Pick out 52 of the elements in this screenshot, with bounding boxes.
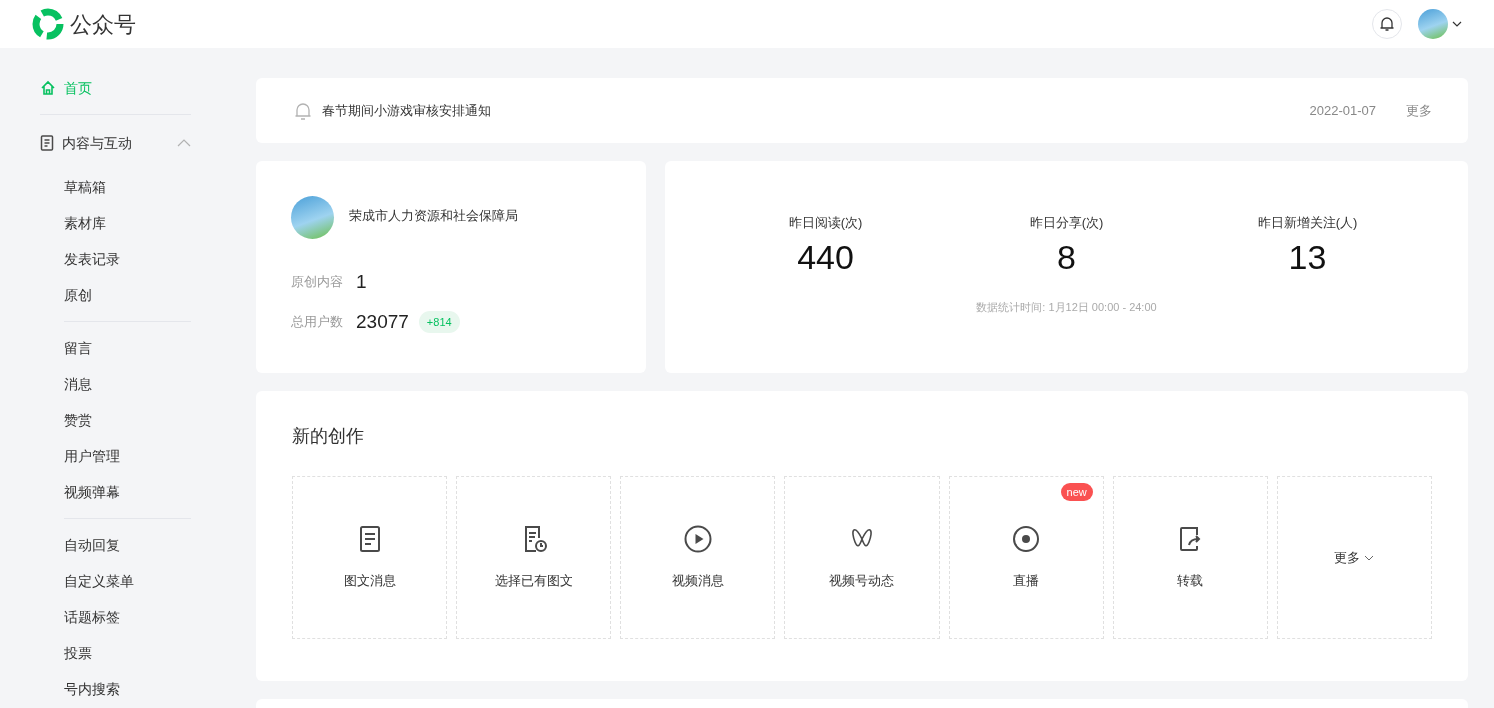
sidebar-item[interactable]: 赞赏 <box>64 402 191 438</box>
sidebar-item[interactable]: 原创 <box>64 277 191 313</box>
sidebar-item[interactable]: 消息 <box>64 366 191 402</box>
stat-label: 原创内容 <box>291 273 344 292</box>
sidebar-item[interactable]: 话题标签 <box>64 599 191 635</box>
metric-label: 昨日分享(次) <box>1029 214 1104 232</box>
sidebar-item[interactable]: 自动回复 <box>64 527 191 563</box>
metric-label: 昨日阅读(次) <box>788 214 863 232</box>
metric-label: 昨日新增关注(人) <box>1257 214 1358 232</box>
logo-icon <box>32 8 64 40</box>
chevron-up-icon <box>177 139 191 147</box>
document-icon <box>40 135 54 151</box>
sidebar-item[interactable]: 草稿箱 <box>64 169 191 205</box>
metric-value: 440 <box>797 236 854 278</box>
sidebar-item[interactable]: 留言 <box>64 330 191 366</box>
sidebar-item[interactable]: 用户管理 <box>64 438 191 474</box>
more-link[interactable]: 更多 <box>1406 100 1432 121</box>
app-title: 公众号 <box>70 10 136 39</box>
chevron-down-icon <box>1364 554 1375 561</box>
sidebar-item[interactable]: 投票 <box>64 635 191 671</box>
sidebar-item[interactable]: 发表记录 <box>64 241 191 277</box>
metric-value: 13 <box>1288 236 1327 278</box>
stat-value: 1 <box>356 269 367 294</box>
metric-value: 8 <box>1057 236 1076 278</box>
sidebar-item[interactable]: 素材库 <box>64 205 191 241</box>
caret-icon <box>1452 21 1462 27</box>
create-option[interactable]: 视频号动态 <box>784 476 940 639</box>
record-icon <box>1012 524 1041 553</box>
account-name: 荣成市人力资源和社会保障局 <box>349 207 518 226</box>
more-dropdown[interactable]: 更多 <box>1276 476 1432 639</box>
avatar <box>1418 9 1448 39</box>
create-option[interactable]: 转载 <box>1112 476 1268 639</box>
sidebar-section[interactable]: 内容与互动 <box>40 125 191 161</box>
bell-icon <box>294 100 312 121</box>
home-icon <box>40 80 56 96</box>
new-badge: new <box>1060 483 1093 501</box>
stat-value: 23077 <box>356 309 409 334</box>
account-avatar <box>291 196 334 239</box>
section-title: 新的创作 <box>292 425 365 448</box>
create-option[interactable]: 选择已有图文 <box>456 476 612 639</box>
stats-time-note: 数据统计时间: 1月12日 00:00 - 24:00 <box>976 299 1157 315</box>
create-option[interactable]: 图文消息 <box>292 476 448 639</box>
sidebar-item[interactable]: 号内搜索 <box>64 671 191 707</box>
create-option[interactable]: new 直播 <box>948 476 1104 639</box>
stat-label: 总用户数 <box>291 313 344 332</box>
play-circle-icon <box>683 524 712 553</box>
sidebar-item[interactable]: 视频弹幕 <box>64 474 191 510</box>
sidebar-item[interactable]: 自定义菜单 <box>64 563 191 599</box>
create-option[interactable]: 视频消息 <box>620 476 776 639</box>
notice-title[interactable]: 春节期间小游戏审核安排通知 <box>322 100 491 121</box>
notice-date: 2022-01-07 <box>1309 101 1376 120</box>
growth-tag: +814 <box>418 311 460 333</box>
